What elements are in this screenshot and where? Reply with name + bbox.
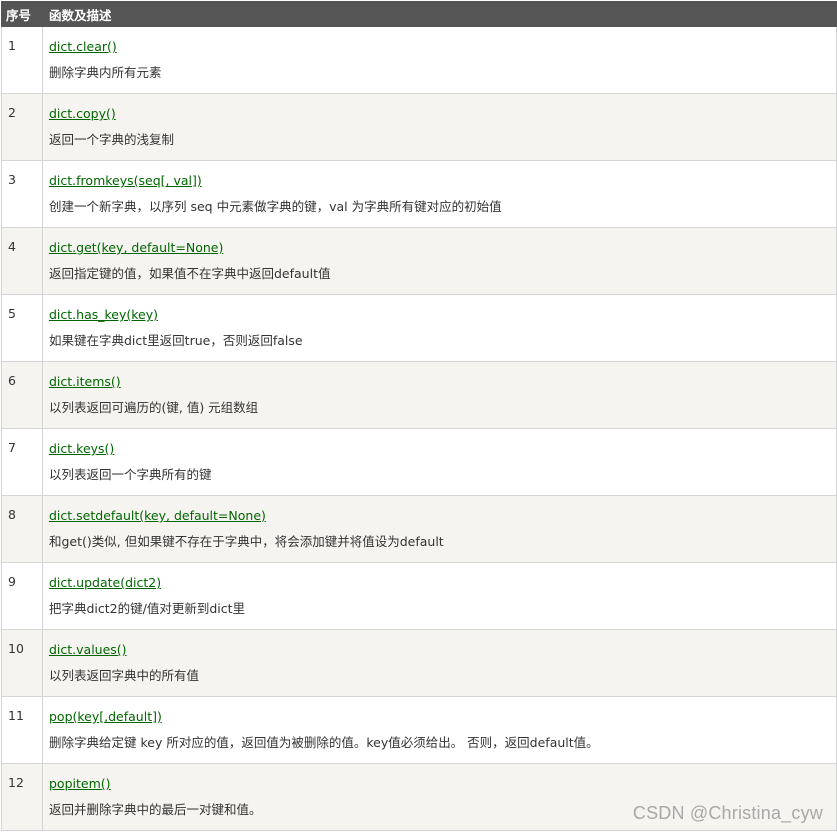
row-number: 7 xyxy=(1,428,43,496)
row-number: 6 xyxy=(1,361,43,429)
row-content: dict.update(dict2) 把字典dict2的键/值对更新到dict里 xyxy=(42,562,837,630)
table-row: 6 dict.items() 以列表返回可遍历的(键, 值) 元组数组 xyxy=(1,361,837,429)
row-number: 2 xyxy=(1,93,43,161)
row-number: 5 xyxy=(1,294,43,362)
function-description: 以列表返回字典中的所有值 xyxy=(49,668,200,683)
row-content: pop(key[,default]) 删除字典给定键 key 所对应的值，返回值… xyxy=(42,696,837,764)
function-link[interactable]: dict.clear() xyxy=(49,38,117,55)
table-row: 1 dict.clear() 删除字典内所有元素 xyxy=(1,26,837,94)
function-link[interactable]: dict.update(dict2) xyxy=(49,574,161,591)
table-row: 7 dict.keys() 以列表返回一个字典所有的键 xyxy=(1,428,837,496)
table-header: 序号 函数及描述 xyxy=(1,1,837,27)
table-row: 2 dict.copy() 返回一个字典的浅复制 xyxy=(1,93,837,161)
function-link[interactable]: dict.copy() xyxy=(49,105,116,122)
function-description: 创建一个新字典，以序列 seq 中元素做字典的键，val 为字典所有键对应的初始… xyxy=(49,199,502,214)
function-link[interactable]: dict.keys() xyxy=(49,440,114,457)
row-content: dict.keys() 以列表返回一个字典所有的键 xyxy=(42,428,837,496)
row-content: dict.values() 以列表返回字典中的所有值 xyxy=(42,629,837,697)
table-row: 8 dict.setdefault(key, default=None) 和ge… xyxy=(1,495,837,563)
row-content: dict.clear() 删除字典内所有元素 xyxy=(42,26,837,94)
function-description: 删除字典给定键 key 所对应的值，返回值为被删除的值。key值必须给出。 否则… xyxy=(49,735,599,750)
function-link[interactable]: popitem() xyxy=(49,775,111,792)
function-description: 返回指定键的值，如果值不在字典中返回default值 xyxy=(49,266,331,281)
table-row: 5 dict.has_key(key) 如果键在字典dict里返回true，否则… xyxy=(1,294,837,362)
row-content: dict.copy() 返回一个字典的浅复制 xyxy=(42,93,837,161)
function-link[interactable]: pop(key[,default]) xyxy=(49,708,162,725)
function-link[interactable]: dict.values() xyxy=(49,641,127,658)
row-number: 12 xyxy=(1,763,43,831)
function-description: 和get()类似, 但如果键不存在于字典中，将会添加键并将值设为default xyxy=(49,534,444,549)
function-description: 删除字典内所有元素 xyxy=(49,65,162,80)
row-content: dict.get(key, default=None) 返回指定键的值，如果值不… xyxy=(42,227,837,295)
table-row: 9 dict.update(dict2) 把字典dict2的键/值对更新到dic… xyxy=(1,562,837,630)
function-description: 返回一个字典的浅复制 xyxy=(49,132,175,147)
function-description: 如果键在字典dict里返回true，否则返回false xyxy=(49,333,303,348)
table-row: 4 dict.get(key, default=None) 返回指定键的值，如果… xyxy=(1,227,837,295)
row-number: 4 xyxy=(1,227,43,295)
row-content: dict.setdefault(key, default=None) 和get(… xyxy=(42,495,837,563)
row-number: 8 xyxy=(1,495,43,563)
row-number: 11 xyxy=(1,696,43,764)
table-body: 1 dict.clear() 删除字典内所有元素 2 dict.copy() 返… xyxy=(1,26,837,831)
function-description: 以列表返回可遍历的(键, 值) 元组数组 xyxy=(49,400,259,415)
header-row: 序号 函数及描述 xyxy=(1,1,837,27)
row-content: dict.fromkeys(seq[, val]) 创建一个新字典，以序列 se… xyxy=(42,160,837,228)
row-content: dict.has_key(key) 如果键在字典dict里返回true，否则返回… xyxy=(42,294,837,362)
dict-methods-table: 序号 函数及描述 1 dict.clear() 删除字典内所有元素 2 dict… xyxy=(1,1,837,831)
function-link[interactable]: dict.setdefault(key, default=None) xyxy=(49,507,266,524)
table-row: 11 pop(key[,default]) 删除字典给定键 key 所对应的值，… xyxy=(1,696,837,764)
function-link[interactable]: dict.items() xyxy=(49,373,121,390)
row-number: 10 xyxy=(1,629,43,697)
table-row: 10 dict.values() 以列表返回字典中的所有值 xyxy=(1,629,837,697)
table-row: 3 dict.fromkeys(seq[, val]) 创建一个新字典，以序列 … xyxy=(1,160,837,228)
row-content: dict.items() 以列表返回可遍历的(键, 值) 元组数组 xyxy=(42,361,837,429)
function-link[interactable]: dict.has_key(key) xyxy=(49,306,158,323)
function-description: 以列表返回一个字典所有的键 xyxy=(49,467,212,482)
csdn-watermark: CSDN @Christina_cyw xyxy=(632,803,823,823)
row-number: 1 xyxy=(1,26,43,94)
function-link[interactable]: dict.fromkeys(seq[, val]) xyxy=(49,172,202,189)
header-num: 序号 xyxy=(1,1,43,27)
row-number: 9 xyxy=(1,562,43,630)
row-number: 3 xyxy=(1,160,43,228)
function-description: 把字典dict2的键/值对更新到dict里 xyxy=(49,601,246,616)
function-link[interactable]: dict.get(key, default=None) xyxy=(49,239,223,256)
header-desc: 函数及描述 xyxy=(42,1,837,27)
